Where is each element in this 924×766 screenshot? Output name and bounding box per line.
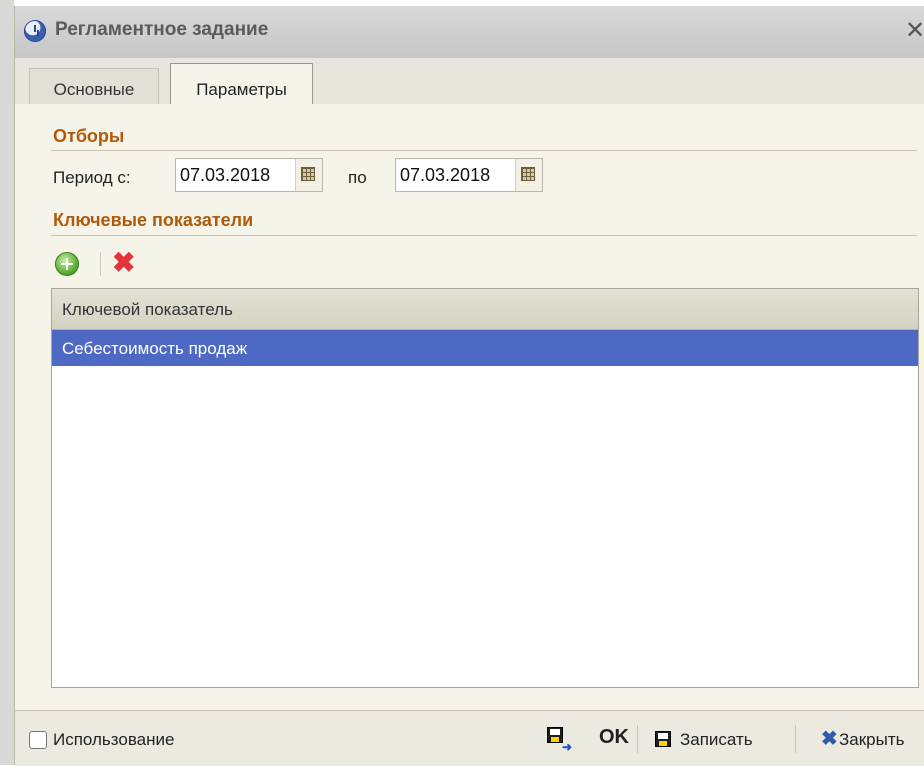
period-from-field[interactable]: 07.03.2018	[175, 158, 323, 192]
tab-basic[interactable]: Основные	[29, 68, 159, 104]
window-title: Регламентное задание	[55, 19, 269, 40]
save-button[interactable]: Записать	[680, 730, 753, 750]
ok-button[interactable]: OK	[599, 726, 629, 749]
tab-strip: Основные Параметры	[15, 58, 924, 105]
add-icon[interactable]	[55, 252, 79, 276]
table-header[interactable]: Ключевой показатель	[52, 289, 918, 330]
indicators-group-title: Ключевые показатели	[53, 210, 254, 230]
clock-icon	[24, 20, 46, 42]
calendar-icon[interactable]	[295, 159, 322, 191]
usage-label[interactable]: Использование	[53, 730, 174, 750]
period-from-value: 07.03.2018	[180, 165, 271, 185]
close-button[interactable]: Закрыть	[839, 730, 904, 750]
arrow-icon: ➜	[562, 740, 573, 754]
calendar-icon[interactable]	[515, 159, 542, 191]
dialog-footer: Использование ➜ OK Записать ✖ Закрыть	[15, 710, 924, 766]
footer-separator	[637, 725, 638, 753]
usage-checkbox[interactable]	[29, 731, 47, 749]
tab-content-parameters: Отборы Период с: 07.03.2018 по 07.03.201…	[15, 104, 924, 710]
period-to-field[interactable]: 07.03.2018	[395, 158, 543, 192]
dialog-window: Регламентное задание ✕ Основные Параметр…	[14, 6, 924, 766]
filters-group-title: Отборы	[53, 126, 125, 146]
filters-divider	[51, 150, 917, 151]
title-bar: Регламентное задание ✕	[15, 6, 924, 59]
column-header-indicator: Ключевой показатель	[62, 300, 233, 319]
delete-icon[interactable]: ✖	[112, 248, 135, 278]
footer-separator	[795, 725, 796, 753]
indicators-divider	[51, 235, 917, 236]
period-from-label: Период с:	[53, 168, 131, 187]
toolbar-separator	[100, 252, 101, 276]
desktop-strip	[0, 0, 14, 765]
table-row[interactable]: Себестоимость продаж	[52, 330, 918, 366]
period-to-value: 07.03.2018	[400, 165, 491, 185]
table-cell: Себестоимость продаж	[62, 339, 248, 358]
close-icon[interactable]: ✖	[821, 726, 838, 751]
save-close-icon[interactable]	[547, 727, 563, 743]
period-to-label: по	[348, 168, 367, 187]
save-icon[interactable]	[655, 731, 671, 747]
close-window-button[interactable]: ✕	[905, 16, 924, 45]
tab-parameters[interactable]: Параметры	[170, 63, 313, 105]
indicators-table[interactable]: Ключевой показатель Себестоимость продаж	[51, 288, 919, 688]
